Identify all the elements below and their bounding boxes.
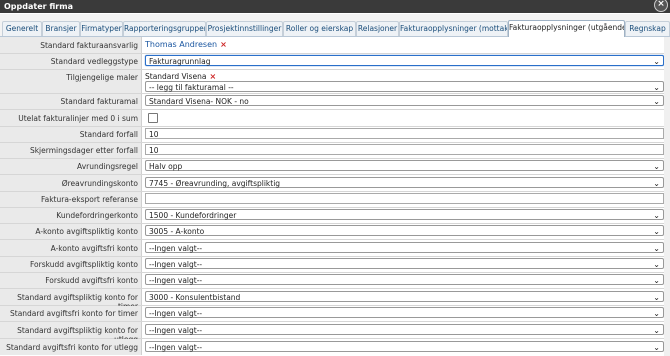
chevron-down-icon: ⌄: [653, 83, 660, 92]
add-fakturamal-select[interactable]: -- legg til fakturamal -- ⌄: [145, 81, 664, 92]
fakturaansvarlig-link[interactable]: Thomas Andresen: [145, 40, 217, 49]
label-utelat: Utelat fakturalinjer med 0 i sum: [18, 114, 138, 123]
chevron-down-icon: ⌄: [653, 211, 660, 220]
forfall-input[interactable]: 10: [145, 128, 664, 139]
oreavrunding-select[interactable]: 7745 - Øreavrunding, avgiftspliktig ⌄: [145, 177, 664, 188]
row-forskudd-fri: Forskudd avgiftsfri konto --Ingen valgt-…: [0, 273, 670, 289]
label-vedleggstype: Standard vedleggstype: [50, 57, 138, 66]
chevron-down-icon: ⌄: [653, 57, 660, 66]
row-fakturamal: Standard fakturamal Standard Visena- NOK…: [0, 94, 670, 110]
label-forskudd-fri: Forskudd avgiftsfri konto: [45, 276, 138, 285]
forskudd-pliktig-select[interactable]: --Ingen valgt-- ⌄: [145, 258, 664, 269]
label-fakturamal: Standard fakturamal: [60, 97, 138, 106]
tab-regnskap[interactable]: Regnskap: [625, 21, 670, 36]
row-eksport: Faktura-eksport referanse: [0, 192, 670, 208]
row-timer-pliktig: Standard avgiftspliktig konto for timer …: [0, 289, 670, 311]
utlegg-fri-select[interactable]: --Ingen valgt-- ⌄: [145, 341, 664, 352]
chevron-down-icon: ⌄: [653, 343, 660, 352]
label-forskudd-pliktig: Forskudd avgiftspliktig konto: [29, 260, 138, 269]
akonto-fri-select[interactable]: --Ingen valgt-- ⌄: [145, 242, 664, 253]
chevron-down-icon: ⌄: [653, 309, 660, 318]
row-vedleggstype: Standard vedleggstype Fakturagrunnlag ⌄: [0, 54, 670, 70]
remove-mal-icon[interactable]: ×: [209, 72, 216, 81]
skjerming-input[interactable]: 10: [145, 144, 664, 155]
row-forskudd-pliktig: Forskudd avgiftspliktig konto --Ingen va…: [0, 257, 670, 273]
label-akonto-pliktig: A-konto avgiftspliktig konto: [35, 227, 138, 236]
remove-fakturaansvarlig-icon[interactable]: ×: [220, 40, 227, 49]
row-utlegg-fri: Standard avgiftsfri konto for utlegg --I…: [0, 339, 670, 355]
row-maler: Tilgjengelige maler Standard Visena × -- …: [0, 70, 670, 94]
label-avrunding: Avrundingsregel: [77, 162, 138, 171]
label-maler: Tilgjengelige maler: [66, 73, 138, 82]
tab-rapporteringsgrupper[interactable]: Rapporteringsgrupper: [123, 21, 206, 36]
row-timer-fri: Standard avgiftsfri konto for timer --In…: [0, 306, 670, 322]
row-avrunding: Avrundingsregel Halv opp ⌄: [0, 159, 670, 175]
label-akonto-fri: A-konto avgiftsfri konto: [50, 244, 138, 253]
row-utlegg-pliktig: Standard avgiftspliktig konto for utlegg…: [0, 322, 670, 344]
label-forfall: Standard forfall: [79, 130, 138, 139]
chevron-down-icon: ⌄: [653, 162, 660, 171]
chevron-down-icon: ⌄: [653, 97, 660, 106]
row-fakturaansvarlig: Standard fakturaansvarlig Thomas Andrese…: [0, 37, 670, 54]
label-utlegg-fri: Standard avgiftsfri konto for utlegg: [6, 343, 138, 352]
chevron-down-icon: ⌄: [653, 260, 660, 269]
tab-bransjer[interactable]: Bransjer: [42, 21, 80, 36]
tab-fakturaopplysninger-mottak[interactable]: Fakturaopplysninger (mottak): [399, 21, 508, 36]
akonto-pliktig-select[interactable]: 3005 - A-konto ⌄: [145, 225, 664, 236]
utelat-checkbox[interactable]: [148, 113, 158, 123]
dialog-titlebar: Oppdater firma ×: [0, 0, 670, 13]
label-skjerming: Skjermingsdager etter forfall: [29, 146, 138, 155]
tab-bar: Generelt Bransjer Firmatyper Rapporterin…: [0, 14, 670, 37]
label-kundefordring: Kundefordringerkonto: [56, 211, 138, 220]
vertical-scrollbar[interactable]: [664, 37, 670, 356]
mal-standard-visena: Standard Visena: [145, 72, 207, 81]
tab-relasjoner[interactable]: Relasjoner: [356, 21, 399, 36]
chevron-down-icon: ⌄: [653, 293, 660, 302]
row-skjerming: Skjermingsdager etter forfall 10: [0, 143, 670, 159]
row-oreavrunding: Øreavrundingskonto 7745 - Øreavrunding, …: [0, 175, 670, 192]
tab-prosjektinnstillinger[interactable]: Prosjektinnstillinger: [206, 21, 283, 36]
utlegg-pliktig-select[interactable]: --Ingen valgt-- ⌄: [145, 324, 664, 335]
close-icon[interactable]: ×: [654, 0, 668, 12]
chevron-down-icon: ⌄: [653, 179, 660, 188]
label-eksport: Faktura-eksport referanse: [40, 195, 138, 204]
row-utelat: Utelat fakturalinjer med 0 i sum: [0, 110, 670, 127]
timer-fri-select[interactable]: --Ingen valgt-- ⌄: [145, 307, 664, 318]
avrunding-select[interactable]: Halv opp ⌄: [145, 160, 664, 171]
tab-fakturaopplysninger-utgaende[interactable]: Fakturaopplysninger (utgående): [508, 20, 625, 37]
fakturamal-select[interactable]: Standard Visena- NOK - no ⌄: [145, 95, 664, 106]
chevron-down-icon: ⌄: [653, 326, 660, 335]
eksport-input[interactable]: [145, 193, 664, 204]
row-forfall: Standard forfall 10: [0, 127, 670, 143]
chevron-down-icon: ⌄: [653, 244, 660, 253]
tab-firmatyper[interactable]: Firmatyper: [80, 21, 123, 36]
timer-pliktig-select[interactable]: 3000 - Konsulentbistand ⌄: [145, 291, 664, 302]
label-timer-fri: Standard avgiftsfri konto for timer: [10, 309, 138, 318]
row-kundefordring: Kundefordringerkonto 1500 - Kundefordrin…: [0, 208, 670, 224]
label-oreavrunding: Øreavrundingskonto: [61, 179, 138, 188]
chevron-down-icon: ⌄: [653, 276, 660, 285]
row-akonto-fri: A-konto avgiftsfri konto --Ingen valgt--…: [0, 240, 670, 257]
forskudd-fri-select[interactable]: --Ingen valgt-- ⌄: [145, 274, 664, 285]
vedleggstype-select[interactable]: Fakturagrunnlag ⌄: [145, 55, 664, 66]
dialog-title: Oppdater firma: [4, 2, 73, 11]
tab-generelt[interactable]: Generelt: [2, 21, 42, 36]
kundefordring-select[interactable]: 1500 - Kundefordringer ⌄: [145, 209, 664, 220]
row-akonto-pliktig: A-konto avgiftspliktig konto 3005 - A-ko…: [0, 224, 670, 240]
tab-roller-og-eierskap[interactable]: Roller og eierskap: [283, 21, 356, 36]
chevron-down-icon: ⌄: [653, 227, 660, 236]
label-fakturaansvarlig: Standard fakturaansvarlig: [40, 41, 138, 50]
